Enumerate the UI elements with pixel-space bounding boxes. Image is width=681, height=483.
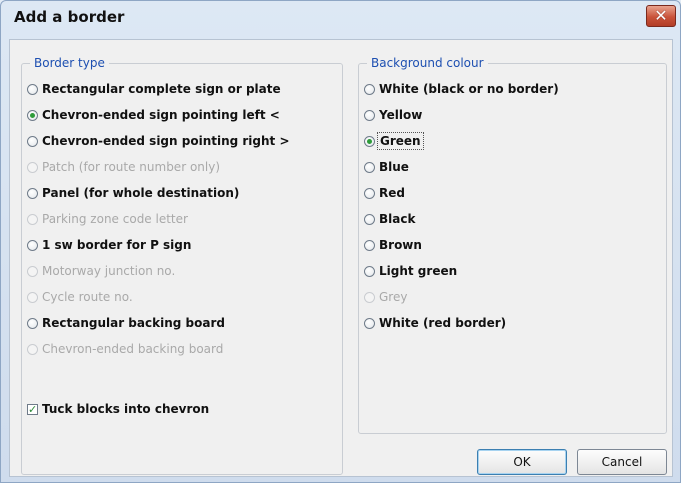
radio-circle-icon — [27, 135, 38, 147]
radio-circle-icon — [27, 343, 38, 355]
radio-circle-icon — [27, 317, 38, 329]
background-colour-legend: Background colour — [367, 55, 488, 71]
radio-circle-icon — [364, 317, 375, 329]
radio-patch-route-number: Patch (for route number only) — [27, 158, 220, 176]
add-border-dialog: Add a border ✕ Border type Rectangular c… — [0, 0, 681, 483]
close-button[interactable]: ✕ — [646, 5, 676, 27]
radio-label: Brown — [379, 238, 422, 252]
radio-parking-zone-code: Parking zone code letter — [27, 210, 188, 228]
radio-cycle-route: Cycle route no. — [27, 288, 133, 306]
radio-label: Parking zone code letter — [42, 212, 188, 226]
border-type-group: Border type Rectangular complete sign or… — [21, 55, 343, 475]
radio-circle-icon — [364, 161, 375, 173]
radio-circle-icon — [364, 239, 375, 251]
radio-circle-icon — [27, 265, 38, 277]
radio-red[interactable]: Red — [364, 184, 405, 202]
title-bar[interactable]: Add a border ✕ — [1, 1, 680, 37]
radio-label: White (black or no border) — [379, 82, 559, 96]
radio-light-green[interactable]: Light green — [364, 262, 457, 280]
radio-white-black-border[interactable]: White (black or no border) — [364, 80, 559, 98]
radio-blue[interactable]: Blue — [364, 158, 409, 176]
radio-label: Panel (for whole destination) — [42, 186, 240, 200]
checkbox-label: Tuck blocks into chevron — [42, 402, 210, 416]
radio-circle-icon — [27, 83, 38, 95]
border-type-legend: Border type — [30, 55, 109, 71]
radio-circle-icon — [364, 109, 375, 121]
radio-label: Patch (for route number only) — [42, 160, 221, 174]
radio-checked-icon — [364, 135, 375, 147]
radio-circle-icon — [27, 213, 38, 225]
radio-circle-icon — [27, 161, 38, 173]
radio-rectangular-complete-sign[interactable]: Rectangular complete sign or plate — [27, 80, 281, 98]
radio-green[interactable]: Green — [364, 132, 424, 150]
radio-circle-icon — [364, 187, 375, 199]
cancel-button[interactable]: Cancel — [577, 449, 667, 475]
radio-label: Black — [379, 212, 416, 226]
radio-label: Rectangular backing board — [42, 316, 225, 330]
radio-circle-icon — [27, 239, 38, 251]
radio-chevron-backing-board: Chevron-ended backing board — [27, 340, 223, 358]
close-icon: ✕ — [654, 6, 668, 25]
radio-chevron-right[interactable]: Chevron-ended sign pointing right > — [27, 132, 290, 150]
radio-label: Green — [377, 132, 424, 150]
radio-circle-icon — [364, 265, 375, 277]
radio-circle-icon — [364, 213, 375, 225]
radio-black[interactable]: Black — [364, 210, 415, 228]
radio-circle-icon — [27, 291, 38, 303]
radio-label: Red — [379, 186, 405, 200]
radio-label: Grey — [379, 290, 408, 304]
radio-brown[interactable]: Brown — [364, 236, 422, 254]
radio-circle-icon — [364, 83, 375, 95]
background-colour-group: Background colour White (black or no bor… — [358, 55, 667, 434]
radio-label: Blue — [379, 160, 409, 174]
radio-grey: Grey — [364, 288, 407, 306]
dialog-title: Add a border — [14, 8, 125, 26]
radio-label: Chevron-ended sign pointing right > — [42, 134, 290, 148]
ok-button[interactable]: OK — [477, 449, 567, 475]
radio-label: Cycle route no. — [42, 290, 133, 304]
radio-circle-icon — [27, 187, 38, 199]
radio-label: Yellow — [379, 108, 423, 122]
radio-rectangular-backing-board[interactable]: Rectangular backing board — [27, 314, 225, 332]
checkmark-icon: ✓ — [27, 402, 38, 416]
radio-checked-icon — [27, 109, 38, 121]
radio-chevron-left[interactable]: Chevron-ended sign pointing left < — [27, 106, 280, 124]
tuck-blocks-checkbox[interactable]: ✓ Tuck blocks into chevron — [27, 400, 209, 418]
radio-label: Chevron-ended sign pointing left < — [42, 108, 280, 122]
radio-1sw-border-p-sign[interactable]: 1 sw border for P sign — [27, 236, 191, 254]
radio-label: Rectangular complete sign or plate — [42, 82, 281, 96]
radio-panel-whole-destination[interactable]: Panel (for whole destination) — [27, 184, 239, 202]
radio-white-red-border[interactable]: White (red border) — [364, 314, 506, 332]
radio-label: Chevron-ended backing board — [42, 342, 224, 356]
dialog-body: Border type Rectangular complete sign or… — [9, 39, 673, 477]
radio-label: Light green — [379, 264, 458, 278]
radio-label: 1 sw border for P sign — [42, 238, 192, 252]
radio-yellow[interactable]: Yellow — [364, 106, 422, 124]
radio-label: White (red border) — [379, 316, 507, 330]
radio-label: Motorway junction no. — [42, 264, 176, 278]
radio-circle-icon — [364, 291, 375, 303]
radio-motorway-junction: Motorway junction no. — [27, 262, 175, 280]
